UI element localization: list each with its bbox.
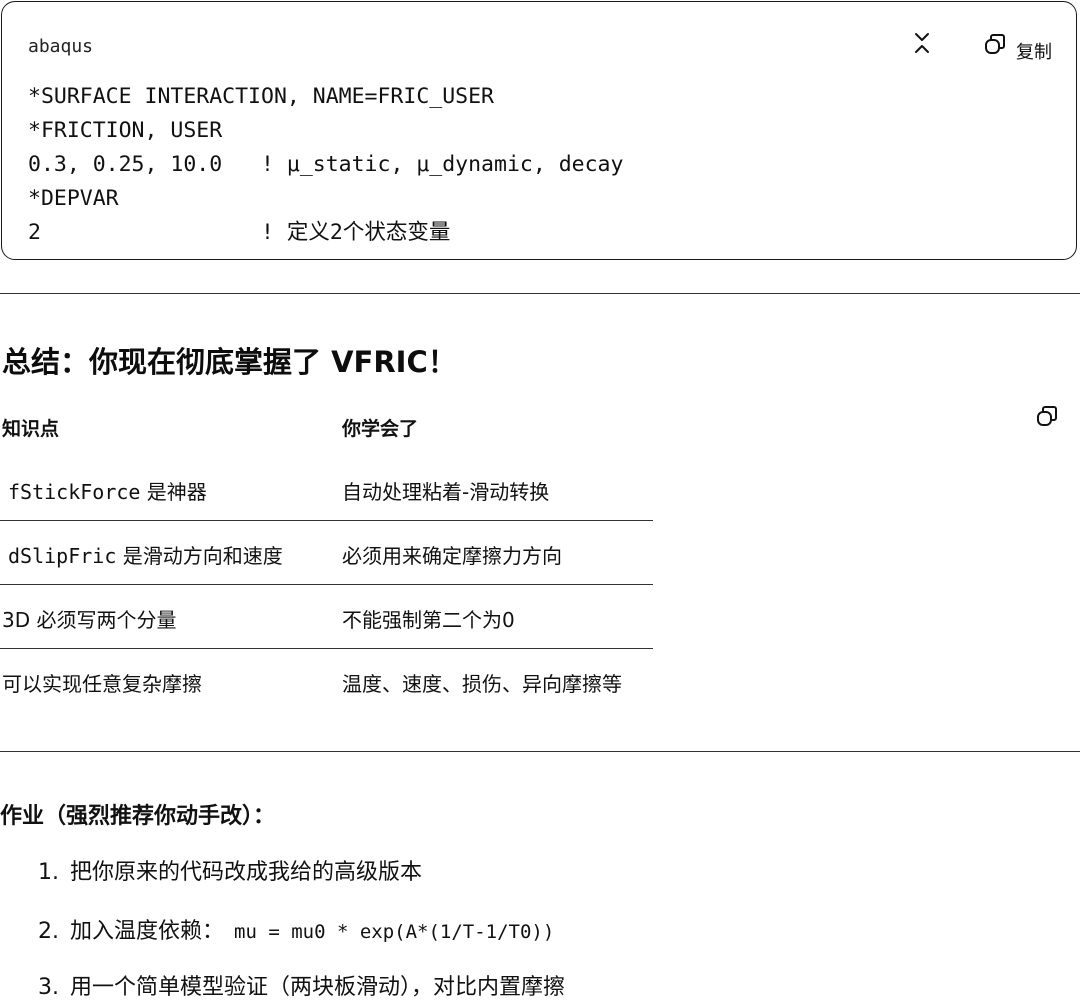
table-cell-point: 3D 必须写两个分量 bbox=[2, 604, 176, 633]
code-language-label: abaqus bbox=[28, 36, 94, 57]
point-text: 可以实现任意复杂摩擦 bbox=[2, 672, 202, 696]
point-text: 是神器 bbox=[140, 480, 207, 504]
table-header-point: 知识点 bbox=[2, 418, 60, 440]
homework-title: 作业（强烈推荐你动手改）： bbox=[0, 804, 276, 829]
table-copy-icon[interactable] bbox=[1036, 405, 1058, 427]
list-number: 3. bbox=[38, 975, 59, 1000]
point-text: 是滑动方向和速度 bbox=[116, 544, 283, 568]
point-code: dSlipFric bbox=[8, 544, 117, 568]
list-text: 用一个简单模型验证（两块板滑动），对比内置摩擦 bbox=[70, 975, 566, 1000]
code-comment: ! μ_static, μ_dynamic, decay bbox=[261, 152, 624, 177]
list-number: 2. bbox=[38, 919, 59, 944]
code-line: *SURFACE INTERACTION, NAME=FRIC_USER bbox=[28, 80, 623, 114]
table-cell-learned: 不能强制第二个为0 bbox=[342, 608, 515, 632]
code-text: *DEPVAR bbox=[28, 186, 119, 211]
table-cell-learned: 自动处理粘着-滑动转换 bbox=[342, 480, 550, 504]
table-cell-point: dSlipFric 是滑动方向和速度 bbox=[2, 540, 283, 569]
copy-icon bbox=[984, 33, 1006, 55]
point-text: 3D 必须写两个分量 bbox=[2, 608, 177, 632]
code-text: 0.3, 0.25, 10.0 bbox=[28, 152, 261, 177]
table-cell-learned: 必须用来确定摩擦力方向 bbox=[342, 544, 562, 568]
code-block: abaqus 复制 *SURFACE INTERACTION, NAME=FRI… bbox=[1, 1, 1077, 260]
code-content: *SURFACE INTERACTION, NAME=FRIC_USER *FRI… bbox=[28, 80, 623, 250]
code-line: 0.3, 0.25, 10.0 ! μ_static, μ_dynamic, d… bbox=[28, 148, 623, 182]
list-item: 2. 加入温度依赖： mu = mu0 * exp(A*(1/T-1/T0)) bbox=[38, 916, 1038, 948]
list-item: 1. 把你原来的代码改成我给的高级版本 bbox=[38, 857, 1038, 889]
point-code: fStickForce bbox=[8, 480, 141, 504]
table-row: fStickForce 是神器 自动处理粘着-滑动转换 bbox=[0, 456, 653, 521]
table-cell-learned: 温度、速度、损伤、异向摩擦等 bbox=[342, 672, 622, 696]
table-header-learned: 你学会了 bbox=[342, 418, 419, 440]
list-item: 3. 用一个简单模型验证（两块板滑动），对比内置摩擦 bbox=[38, 972, 1038, 1004]
table-cell-point: fStickForce 是神器 bbox=[2, 476, 207, 505]
inline-code: mu = mu0 * exp(A*(1/T-1/T0)) bbox=[234, 921, 555, 943]
code-actions: 复制 bbox=[912, 24, 1052, 64]
list-text: 加入温度依赖： bbox=[70, 919, 225, 944]
list-number: 1. bbox=[38, 860, 59, 885]
code-text: *FRICTION, USER bbox=[28, 118, 223, 143]
summary-title: 总结：你现在彻底掌握了 VFRIC！ bbox=[2, 345, 457, 379]
table-cell-point: 可以实现任意复杂摩擦 bbox=[2, 668, 202, 697]
table-row: 3D 必须写两个分量 不能强制第二个为0 bbox=[0, 584, 653, 649]
code-line: *DEPVAR bbox=[28, 182, 623, 216]
section-divider bbox=[0, 751, 1080, 752]
code-text: 2 bbox=[28, 220, 261, 245]
collapse-icon[interactable] bbox=[912, 31, 932, 55]
table-header-row: 知识点 你学会了 bbox=[0, 400, 653, 456]
code-line: *FRICTION, USER bbox=[28, 114, 623, 148]
code-line: 2 ! 定义2个状态变量 bbox=[28, 216, 623, 250]
table-row: dSlipFric 是滑动方向和速度 必须用来确定摩擦力方向 bbox=[0, 520, 653, 585]
code-comment: ! 定义2个状态变量 bbox=[261, 220, 451, 245]
section-divider bbox=[0, 293, 1080, 294]
table-row: 可以实现任意复杂摩擦 温度、速度、损伤、异向摩擦等 bbox=[0, 648, 653, 712]
copy-label: 复制 bbox=[1016, 42, 1052, 63]
code-text: *SURFACE INTERACTION, NAME=FRIC_USER bbox=[28, 84, 494, 109]
list-text: 把你原来的代码改成我给的高级版本 bbox=[70, 860, 423, 885]
copy-button[interactable]: 复制 bbox=[984, 24, 1052, 64]
